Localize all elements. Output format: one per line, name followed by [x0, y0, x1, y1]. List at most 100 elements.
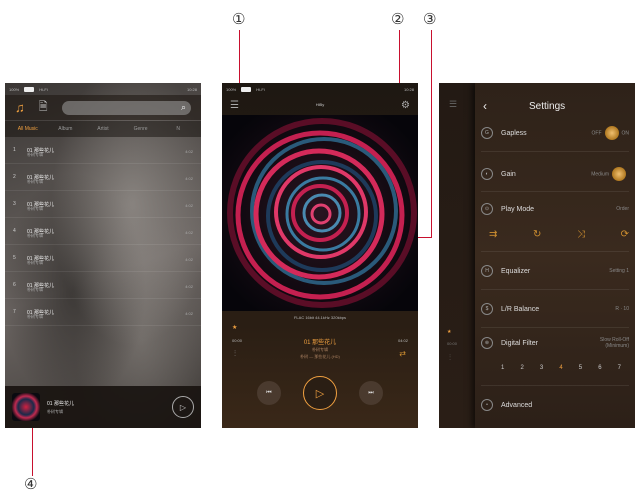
balance-value: R · 10	[615, 306, 629, 312]
list-item[interactable]: 7 01 那些花儿 朴树专辑 4:02	[5, 299, 201, 326]
settings-title: Settings	[529, 100, 566, 112]
playback-controls: ⏮ ▷ ⏭	[222, 376, 418, 410]
now-playing-screen: 100% Hi-Fi 10:28 ☰ HiBy ⚙ FLAC 16bit 44.…	[222, 83, 418, 428]
shuffle-icon[interactable]: ⇄	[399, 349, 406, 358]
play-button[interactable]: ▷	[172, 396, 194, 418]
equalizer-icon[interactable]: ⫶	[234, 349, 236, 359]
mini-player[interactable]: 01 那些花儿 朴树专辑 ▷	[5, 386, 201, 428]
shuffle-mode-icon[interactable]: ⤨	[577, 229, 585, 240]
search-icon[interactable]: ⌕	[181, 102, 186, 113]
gear-icon[interactable]: ⚙	[401, 100, 410, 111]
filter-option-2[interactable]: 2	[520, 365, 523, 371]
track-title: 01 那些花儿	[303, 340, 337, 346]
setting-equalizer[interactable]: H Equalizer Setting 1	[475, 265, 635, 277]
format-info: FLAC 16bit 44.1kHz 320kbps	[293, 315, 347, 320]
previous-icon: ⏮	[266, 389, 272, 396]
setting-balance[interactable]: $ L/R Balance R · 10	[475, 303, 635, 315]
advanced-icon: •	[481, 399, 493, 411]
favorite-icon: ★	[447, 329, 452, 335]
list-item[interactable]: 2 01 那些花儿 朴树专辑 4:02	[5, 164, 201, 191]
filter-option-4[interactable]: 4	[559, 365, 562, 371]
equalizer-icon: H	[481, 265, 493, 277]
order-mode-icon[interactable]: ⇉	[489, 229, 497, 240]
gapless-on-label: ON	[621, 130, 630, 137]
gain-toggle[interactable]	[612, 167, 626, 181]
library-toolbar: ♫ 🗎 ⌕	[5, 95, 201, 120]
list-item[interactable]: 1 01 那些花儿 朴树专辑 4:02	[5, 137, 201, 164]
mini-artist: 朴树专辑	[47, 408, 63, 414]
tab-artist[interactable]: Artist	[84, 126, 122, 132]
list-item[interactable]: 5 01 那些花儿 朴树专辑 4:02	[5, 245, 201, 272]
callout-2: ②	[391, 10, 405, 28]
setting-digital-filter[interactable]: ⊛ Digital Filter Slow Roll-Off (Minimum)	[475, 337, 635, 349]
list-item[interactable]: 6 01 那些花儿 朴树专辑 4:02	[5, 272, 201, 299]
status-bar: 100% Hi-Fi 10:28	[222, 83, 418, 95]
settings-header: ‹ Settings	[475, 95, 635, 117]
status-bar: 100% Hi-Fi 10:28	[5, 83, 201, 95]
search-input[interactable]: ⌕	[61, 100, 191, 115]
list-item[interactable]: 3 01 那些花儿 朴树专辑 4:02	[5, 191, 201, 218]
library-screen: 100% Hi-Fi 10:28 ♫ 🗎 ⌕ All Music Album A…	[5, 83, 201, 428]
play-mode-options: ⇉ ↻ ⤨ ⟳	[489, 229, 629, 240]
track-album: 朴树 — 那些花儿 (HD)	[300, 354, 340, 359]
library-tabs: All Music Album Artist Genre N	[5, 121, 201, 137]
mini-title: 01 那些花儿	[47, 400, 74, 407]
callout-4: ④	[24, 475, 38, 493]
favorite-icon[interactable]: ★	[232, 324, 237, 331]
filter-option-1[interactable]: 1	[501, 365, 504, 371]
battery-percent: 100%	[9, 86, 20, 92]
next-button[interactable]: ⏭	[359, 381, 383, 405]
album-art[interactable]	[222, 115, 418, 311]
gapless-icon: G	[481, 127, 493, 139]
callout-1: ①	[232, 10, 246, 28]
background-player-strip: ☰ ★ 00:00 ⫶	[439, 83, 475, 428]
filter-option-5[interactable]: 5	[579, 365, 582, 371]
tab-album[interactable]: Album	[47, 126, 85, 132]
previous-button[interactable]: ⏮	[257, 381, 281, 405]
gapless-off-label: OFF	[591, 130, 602, 137]
filter-icon: ⊛	[481, 337, 493, 349]
tab-more[interactable]: N	[159, 126, 197, 132]
callout-line-3a	[431, 30, 432, 238]
callout-3: ③	[423, 10, 437, 28]
brand-logo: HiBy	[315, 101, 325, 107]
menu-icon: ☰	[449, 99, 458, 109]
battery-icon	[24, 86, 35, 92]
filter-option-7[interactable]: 7	[618, 365, 621, 371]
filter-value: Slow Roll-Off (Minimum)	[599, 337, 629, 349]
list-item[interactable]: 4 01 那些花儿 朴树专辑 4:02	[5, 218, 201, 245]
tab-all-music[interactable]: All Music	[9, 126, 47, 132]
setting-gapless[interactable]: G Gapless OFF ON	[475, 126, 635, 140]
filter-option-6[interactable]: 6	[598, 365, 601, 371]
single-mode-icon[interactable]: ⟳	[621, 229, 629, 240]
balance-icon: $	[481, 303, 493, 315]
hifi-label: Hi-Fi	[256, 86, 265, 92]
play-icon: ▷	[315, 387, 325, 400]
song-list: 1 01 那些花儿 朴树专辑 4:02 2 01 那些花儿 朴树专辑 4:02 3 01 那些…	[5, 137, 201, 326]
equalizer-icon: ⫶	[449, 353, 451, 362]
gain-value: Medium	[591, 171, 609, 178]
setting-play-mode[interactable]: ⊙ Play Mode Order	[475, 203, 635, 215]
now-playing-header: ☰ HiBy ⚙	[222, 95, 418, 115]
clock: 10:28	[403, 86, 414, 92]
album-art-thumbnail[interactable]	[12, 393, 40, 421]
next-icon: ⏭	[368, 389, 374, 396]
back-icon[interactable]: ‹	[483, 99, 513, 113]
filter-option-3[interactable]: 3	[540, 365, 543, 371]
setting-gain[interactable]: ◐ Gain Medium	[475, 167, 635, 181]
music-note-icon[interactable]: ♫	[15, 100, 25, 115]
mini-player-info: 01 那些花儿 朴树专辑	[47, 400, 165, 415]
menu-icon[interactable]: ☰	[230, 100, 239, 111]
album-art-swirl	[222, 115, 418, 311]
settings-screen: ☰ ★ 00:00 ⫶ ‹ Settings G Gapless OFF ON ◐…	[439, 83, 635, 428]
hifi-label: Hi-Fi	[39, 86, 48, 92]
equalizer-value: Setting 1	[609, 268, 629, 274]
repeat-mode-icon[interactable]: ↻	[533, 229, 541, 240]
progress-bar[interactable]: ★	[232, 324, 408, 331]
setting-advanced[interactable]: • Advanced	[475, 399, 635, 411]
file-icon[interactable]: 🗎	[39, 98, 48, 117]
gapless-toggle[interactable]	[604, 126, 619, 140]
battery-percent: 100%	[226, 86, 237, 92]
tab-genre[interactable]: Genre	[122, 126, 160, 132]
play-button[interactable]: ▷	[303, 376, 337, 410]
